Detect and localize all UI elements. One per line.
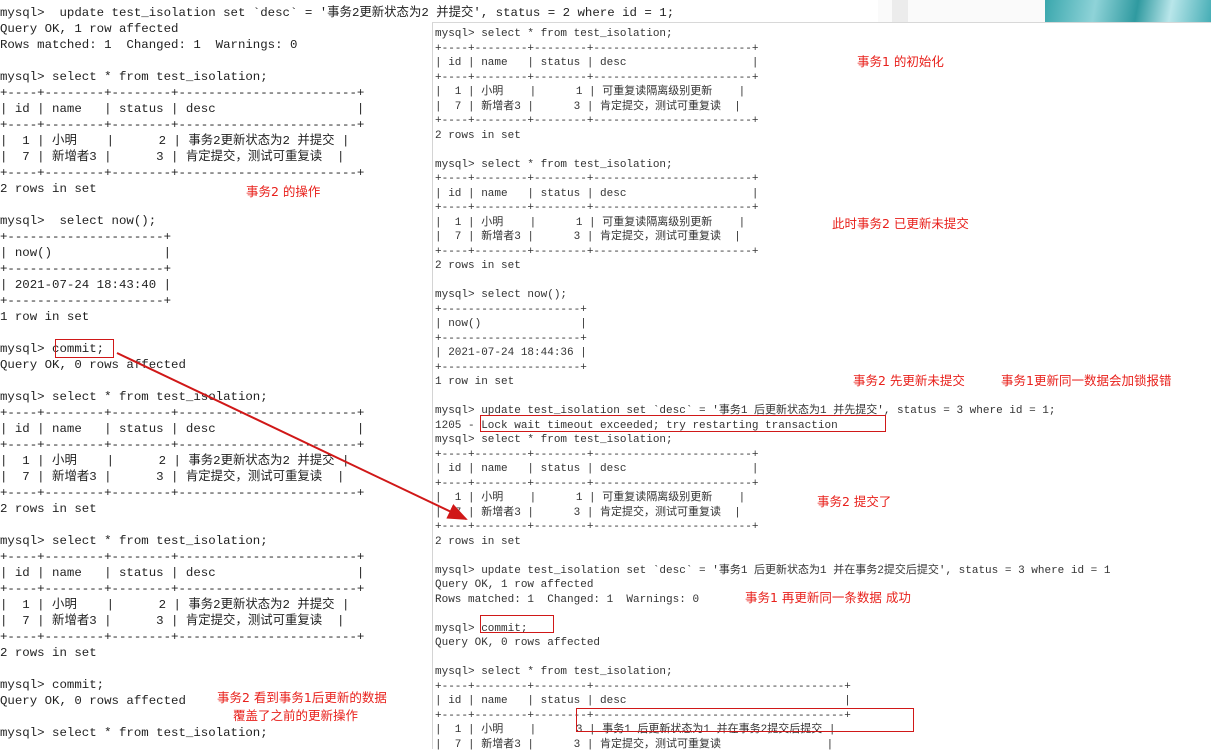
terminal-line: | 1 | 小明 | 2 | 事务2更新状态为2 并提交 |	[0, 133, 349, 149]
annotation-tx2-sees-line2: 覆盖了之前的更新操作	[233, 705, 358, 724]
terminal-line: | id | name | status | desc |	[0, 101, 364, 117]
terminal-line: | 7 | 新增者3 | 3 | 肯定提交，测试可重复读 |	[435, 506, 741, 521]
terminal-line: +----+--------+--------+----------------…	[435, 114, 758, 129]
terminal-line: | id | name | status | desc |	[0, 421, 364, 437]
terminal-line: +----+--------+--------+----------------…	[435, 520, 758, 535]
terminal-line: | now() |	[435, 317, 587, 332]
terminal-line: | 1 | 小明 | 2 | 事务2更新状态为2 并提交 |	[0, 597, 349, 613]
terminal-line: +----+--------+--------+----------------…	[435, 477, 758, 492]
terminal-line: Query OK, 1 row affected	[435, 578, 593, 593]
terminal-line: | 7 | 新增者3 | 3 | 肯定提交，测试可重复读 |	[435, 230, 741, 245]
window-toolbar-strip	[878, 0, 1045, 23]
terminal-line: +----+--------+--------+----------------…	[0, 405, 364, 421]
terminal-line: mysql> select * from test_isolation;	[0, 69, 268, 85]
terminal-line: | id | name | status | desc |	[0, 565, 364, 581]
terminal-line: Query OK, 1 row affected	[0, 21, 178, 37]
terminal-line: | id | name | status | desc |	[435, 56, 758, 71]
terminal-line: mysql> update test_isolation set `desc` …	[0, 5, 674, 21]
terminal-line: mysql> select * from test_isolation;	[435, 433, 673, 448]
annotation-tx1-lock-error: 事务1更新同一数据会加锁报错	[1001, 370, 1171, 389]
terminal-line: Query OK, 0 rows affected	[0, 693, 186, 709]
terminal-line: 2 rows in set	[0, 501, 97, 517]
terminal-line: mysql> update test_isolation set `desc` …	[435, 564, 1110, 579]
terminal-line: 2 rows in set	[0, 181, 97, 197]
highlight-box-final-row	[576, 708, 914, 732]
terminal-line: | id | name | status | desc |	[435, 694, 851, 709]
terminal-line: Query OK, 0 rows affected	[435, 636, 600, 651]
annotation-tx2-committed: 事务2 提交了	[817, 491, 891, 510]
terminal-line: +----+--------+--------+----------------…	[0, 485, 364, 501]
terminal-line: | 7 | 新增者3 | 3 | 肯定提交，测试可重复读 |	[0, 613, 345, 629]
annotation-tx2-sees-line1: 事务2 看到事务1后更新的数据	[217, 687, 387, 706]
annotation-tx2-operation: 事务2 的操作	[246, 181, 320, 200]
terminal-line: | 1 | 小明 | 1 | 可重复读隔离级别更新 |	[435, 85, 745, 100]
terminal-line: | 7 | 新增者3 | 3 | 肯定提交，测试可重复读 |	[0, 149, 345, 165]
terminal-line: +----+--------+--------+----------------…	[435, 172, 758, 187]
terminal-line: mysql> select * from test_isolation;	[0, 389, 268, 405]
left-terminal-session-tx2[interactable]: mysql> update test_isolation set `desc` …	[0, 0, 432, 748]
terminal-line: +---------------------+	[435, 332, 587, 347]
highlight-box-commit-tx2	[55, 339, 114, 358]
terminal-line: 2 rows in set	[435, 259, 521, 274]
terminal-line: +----+--------+--------+----------------…	[0, 629, 364, 645]
terminal-line: | 7 | 新增者3 | 3 | 肯定提交，测试可重复读 |	[435, 100, 741, 115]
terminal-line: mysql> select * from test_isolation;	[0, 533, 268, 549]
terminal-line: +---------------------+	[0, 293, 171, 309]
terminal-line: Rows matched: 1 Changed: 1 Warnings: 0	[435, 593, 699, 608]
terminal-line: | 2021-07-24 18:44:36 |	[435, 346, 587, 361]
terminal-line: 2 rows in set	[435, 535, 521, 550]
terminal-line: +----+--------+--------+----------------…	[435, 42, 758, 57]
terminal-line: | 1 | 小明 | 1 | 可重复读隔离级别更新 |	[435, 216, 745, 231]
terminal-line: +---------------------+	[435, 303, 587, 318]
terminal-line: +---------------------+	[435, 361, 587, 376]
highlight-box-commit-tx1	[480, 615, 554, 633]
terminal-line: +---------------------+	[0, 229, 171, 245]
terminal-line: +----+--------+--------+----------------…	[0, 437, 364, 453]
terminal-line: | 7 | 新增者3 | 3 | 肯定提交，测试可重复读 |	[0, 469, 345, 485]
terminal-line: 1 row in set	[0, 309, 89, 325]
resize-grip[interactable]	[892, 0, 908, 22]
terminal-line: +----+--------+--------+----------------…	[0, 85, 364, 101]
annotation-tx1-update-success: 事务1 再更新同一条数据 成功	[745, 587, 911, 606]
background-wallpaper	[1045, 0, 1211, 23]
terminal-line: 1 row in set	[435, 375, 514, 390]
terminal-line: | 7 | 新增者3 | 3 | 肯定提交，测试可重复读 |	[435, 738, 833, 752]
terminal-line: mysql> select * from test_isolation;	[0, 725, 268, 741]
terminal-line: 2 rows in set	[0, 645, 97, 661]
terminal-line: +----+--------+--------+----------------…	[435, 201, 758, 216]
terminal-line: +----+--------+--------+----------------…	[0, 165, 364, 181]
terminal-line: mysql> select * from test_isolation;	[435, 158, 673, 173]
terminal-line: | id | name | status | desc |	[435, 462, 758, 477]
terminal-line: +----+--------+--------+----------------…	[435, 71, 758, 86]
terminal-line: mysql> select * from test_isolation;	[435, 27, 673, 42]
terminal-line: | 1 | 小明 | 1 | 可重复读隔离级别更新 |	[435, 491, 745, 506]
annotation-tx2-update-first: 事务2 先更新未提交	[853, 370, 965, 389]
terminal-line: +----+--------+--------+----------------…	[435, 245, 758, 260]
terminal-line: mysql> select now();	[0, 213, 156, 229]
terminal-line: +---------------------+	[0, 261, 171, 277]
terminal-line: +----+--------+--------+----------------…	[435, 680, 851, 695]
terminal-line: +----+--------+--------+----------------…	[435, 448, 758, 463]
terminal-line: Rows matched: 1 Changed: 1 Warnings: 0	[0, 37, 297, 53]
terminal-line: mysql> commit;	[0, 677, 104, 693]
terminal-line: | now() |	[0, 245, 171, 261]
annotation-tx1-init: 事务1 的初始化	[857, 51, 944, 70]
terminal-line: +----+--------+--------+----------------…	[0, 117, 364, 133]
terminal-line: mysql> select * from test_isolation;	[435, 665, 673, 680]
terminal-line: 2 rows in set	[435, 129, 521, 144]
terminal-line: +----+--------+--------+----------------…	[0, 549, 364, 565]
terminal-line: | 1 | 小明 | 2 | 事务2更新状态为2 并提交 |	[0, 453, 349, 469]
annotation-tx2-updated-uncommitted: 此时事务2 已更新未提交	[832, 213, 969, 232]
terminal-line: mysql> select now();	[435, 288, 567, 303]
terminal-line: | id | name | status | desc |	[435, 187, 758, 202]
terminal-line: | 2021-07-24 18:43:40 |	[0, 277, 171, 293]
highlight-box-lock-timeout	[480, 415, 886, 432]
terminal-line: +----+--------+--------+----------------…	[0, 581, 364, 597]
terminal-line: Query OK, 0 rows affected	[0, 357, 186, 373]
